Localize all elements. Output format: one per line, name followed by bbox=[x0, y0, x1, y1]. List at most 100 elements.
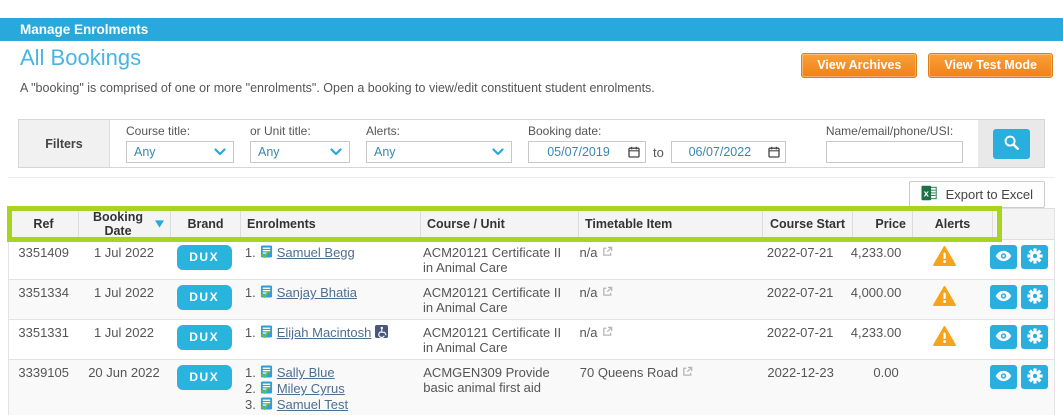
enrolment-form-icon[interactable] bbox=[260, 324, 273, 341]
filters-panel-label: Filters bbox=[19, 120, 110, 167]
timetable-text: 70 Queens Road bbox=[579, 365, 679, 380]
app-title: Manage Enrolments bbox=[20, 22, 149, 37]
enrolment-number: 2. bbox=[244, 381, 256, 396]
enrolment-item: 1. Sanjay Bhatia bbox=[244, 284, 411, 301]
column-header-course-unit[interactable]: Course / Unit bbox=[421, 209, 579, 239]
column-header-price[interactable]: Price bbox=[853, 209, 913, 239]
column-header-brand[interactable]: Brand bbox=[171, 209, 241, 239]
ref-cell: 3339105 bbox=[18, 365, 70, 380]
export-to-excel-button[interactable]: x Export to Excel bbox=[908, 181, 1045, 208]
enrolments-cell: 1. Elijah Macintosh bbox=[239, 320, 417, 359]
enrolment-number: 1. bbox=[244, 325, 256, 340]
settings-button[interactable] bbox=[1021, 285, 1048, 309]
column-header-alerts[interactable]: Alerts bbox=[913, 209, 993, 239]
table-row: 3351334 1 Jul 2022 DUX 1. Sanjay Bhatia … bbox=[9, 280, 1054, 320]
column-header-enrolments[interactable]: Enrolments bbox=[241, 209, 421, 239]
enrolment-number: 1. bbox=[244, 285, 256, 300]
actions-cell bbox=[984, 360, 1054, 415]
accessibility-icon bbox=[375, 324, 389, 341]
unit-title-select[interactable]: Any bbox=[250, 141, 350, 163]
price-cell: 4,000.00 bbox=[850, 285, 902, 300]
settings-button[interactable] bbox=[1021, 245, 1048, 269]
alerts-cell bbox=[905, 320, 984, 359]
column-header-ref[interactable]: Ref bbox=[9, 209, 79, 239]
gear-icon bbox=[1026, 327, 1043, 347]
settings-button[interactable] bbox=[1021, 325, 1048, 349]
gear-icon bbox=[1026, 247, 1043, 267]
warning-icon[interactable] bbox=[932, 246, 956, 269]
eye-icon bbox=[995, 250, 1012, 265]
view-booking-button[interactable] bbox=[990, 285, 1017, 309]
view-booking-button[interactable] bbox=[990, 365, 1017, 389]
enrolment-form-icon[interactable] bbox=[260, 284, 273, 301]
brand-cell: DUX bbox=[170, 240, 239, 279]
settings-button[interactable] bbox=[1021, 365, 1048, 389]
student-link[interactable]: Elijah Macintosh bbox=[277, 325, 372, 340]
timetable-cell: 70 Queens Road bbox=[574, 360, 756, 415]
page-title: All Bookings bbox=[20, 45, 142, 70]
column-header-booking-date[interactable]: Booking Date bbox=[79, 209, 171, 239]
view-test-mode-button[interactable]: View Test Mode bbox=[928, 53, 1053, 78]
actions-cell bbox=[984, 240, 1054, 279]
student-link[interactable]: Miley Cyrus bbox=[277, 381, 345, 396]
view-booking-button[interactable] bbox=[990, 325, 1017, 349]
search-button[interactable] bbox=[992, 128, 1030, 159]
filters-panel: Filters Course title: Any or Unit title:… bbox=[18, 119, 1045, 168]
view-archives-button[interactable]: View Archives bbox=[801, 53, 918, 78]
enrolment-item: 1. Elijah Macintosh bbox=[244, 324, 411, 341]
keyword-filter: Name/email/phone/USI: bbox=[825, 120, 963, 167]
booking-date-filter: Booking date: 05/07/2019 to 06/07/2022 bbox=[528, 120, 786, 167]
course-start-cell: 2022-07-21 bbox=[766, 325, 834, 340]
calendar-icon[interactable] bbox=[768, 146, 780, 158]
calendar-icon[interactable] bbox=[628, 146, 640, 158]
booking-date-from-input[interactable]: 05/07/2019 bbox=[528, 141, 646, 163]
alerts-select[interactable]: Any bbox=[366, 141, 512, 163]
brand-badge: DUX bbox=[176, 325, 232, 350]
student-link[interactable]: Sanjay Bhatia bbox=[277, 285, 357, 300]
alerts-filter-label: Alerts: bbox=[366, 124, 401, 138]
enrolments-cell: 1. Samuel Begg bbox=[239, 240, 417, 279]
timetable-text: n/a bbox=[579, 245, 598, 260]
chevron-down-icon bbox=[330, 148, 342, 156]
course-unit-cell: ACMGEN309 Provide basic animal first aid bbox=[423, 365, 550, 395]
brand-cell: DUX bbox=[170, 360, 239, 415]
keyword-input[interactable] bbox=[825, 141, 963, 163]
external-link-icon[interactable] bbox=[682, 365, 693, 380]
booking-date-to-input[interactable]: 06/07/2022 bbox=[670, 141, 786, 163]
alerts-filter: Alerts: Any bbox=[366, 120, 512, 167]
external-link-icon[interactable] bbox=[602, 325, 613, 340]
unit-title-filter: or Unit title: Any bbox=[250, 120, 350, 167]
column-header-course-start[interactable]: Course Start bbox=[763, 209, 853, 239]
actions-cell bbox=[984, 320, 1054, 359]
brand-badge: DUX bbox=[176, 245, 232, 270]
external-link-icon[interactable] bbox=[602, 245, 613, 260]
student-link[interactable]: Samuel Test bbox=[277, 397, 348, 412]
column-header-timetable-item[interactable]: Timetable Item bbox=[579, 209, 763, 239]
app-header-bar: Manage Enrolments bbox=[0, 18, 1063, 41]
warning-icon[interactable] bbox=[932, 286, 956, 309]
enrolment-form-icon[interactable] bbox=[260, 364, 273, 381]
export-to-excel-label: Export to Excel bbox=[945, 187, 1033, 202]
view-booking-button[interactable] bbox=[990, 245, 1017, 269]
gear-icon bbox=[1026, 367, 1043, 387]
course-title-filter: Course title: Any bbox=[126, 120, 234, 167]
course-start-cell: 2022-07-21 bbox=[766, 285, 834, 300]
student-link[interactable]: Sally Blue bbox=[277, 365, 335, 380]
course-title-select[interactable]: Any bbox=[126, 141, 234, 163]
booking-date-cell: 1 Jul 2022 bbox=[93, 325, 154, 340]
enrolment-form-icon[interactable] bbox=[260, 380, 273, 397]
alerts-cell bbox=[905, 360, 984, 415]
student-link[interactable]: Samuel Begg bbox=[277, 245, 355, 260]
warning-icon[interactable] bbox=[932, 326, 956, 349]
eye-icon bbox=[995, 330, 1012, 345]
alerts-cell bbox=[905, 240, 984, 279]
enrolment-form-icon[interactable] bbox=[260, 396, 273, 413]
manage-enrolments-screen: Manage Enrolments All Bookings View Arch… bbox=[0, 0, 1063, 415]
timetable-cell: n/a bbox=[573, 280, 755, 319]
external-link-icon[interactable] bbox=[602, 285, 613, 300]
timetable-text: n/a bbox=[579, 285, 598, 300]
course-unit-cell: ACM20121 Certificate II in Animal Care bbox=[423, 245, 562, 275]
enrolment-form-icon[interactable] bbox=[260, 244, 273, 261]
table-row: 3339105 20 Jun 2022 DUX 1. Sally Blue 2. bbox=[9, 360, 1054, 415]
brand-cell: DUX bbox=[170, 320, 239, 359]
